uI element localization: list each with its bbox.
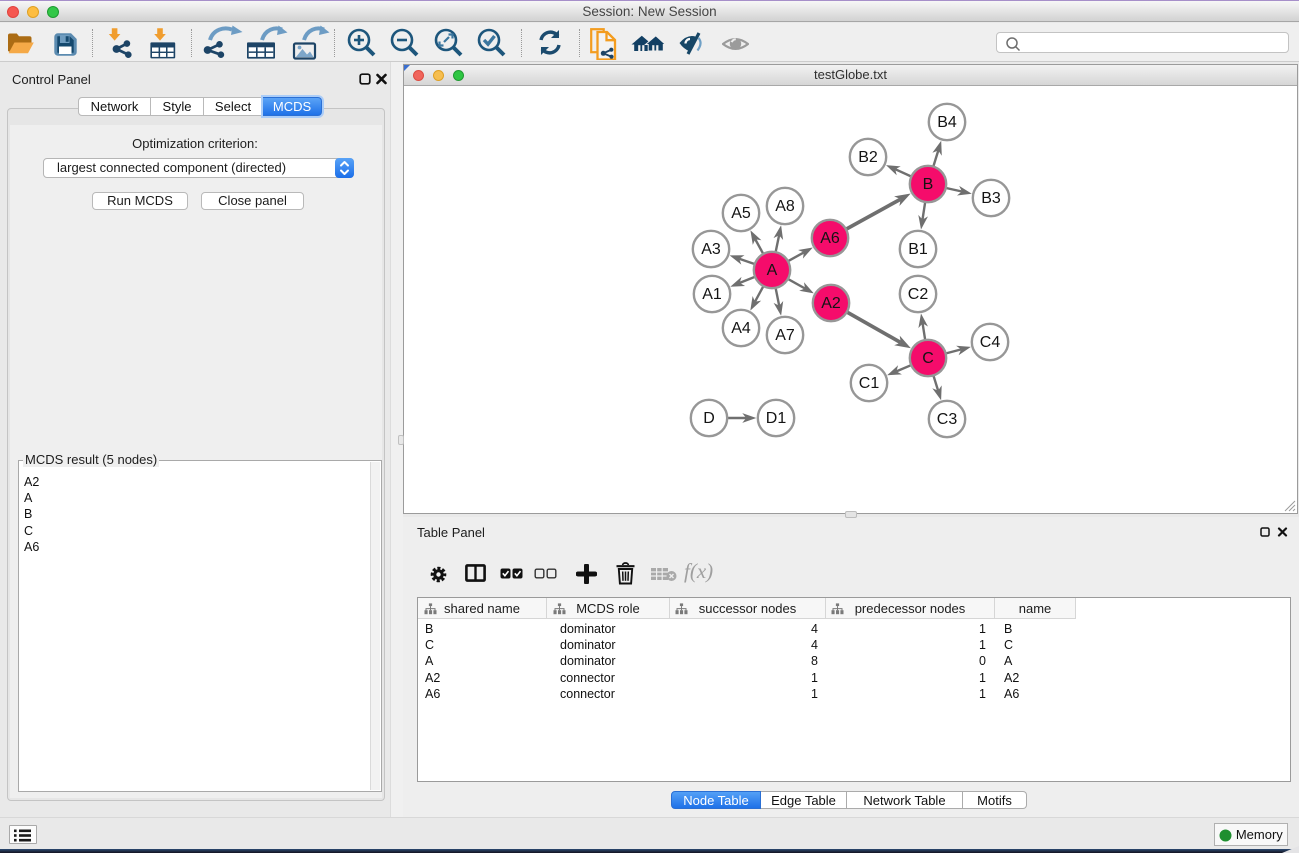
svg-text:A1: A1 xyxy=(702,286,722,303)
svg-text:B3: B3 xyxy=(981,190,1001,207)
svg-text:A2: A2 xyxy=(821,295,841,312)
svg-text:C4: C4 xyxy=(980,334,1001,351)
svg-text:D: D xyxy=(703,410,715,427)
svg-text:C2: C2 xyxy=(908,286,929,303)
svg-text:A5: A5 xyxy=(731,205,751,222)
svg-text:C3: C3 xyxy=(937,411,958,428)
svg-text:B4: B4 xyxy=(937,114,957,131)
svg-text:C: C xyxy=(922,350,934,367)
svg-text:A: A xyxy=(767,262,778,279)
svg-text:A8: A8 xyxy=(775,198,795,215)
svg-text:A3: A3 xyxy=(701,241,721,258)
svg-text:D1: D1 xyxy=(766,410,787,427)
svg-text:B2: B2 xyxy=(858,149,878,166)
svg-text:B1: B1 xyxy=(908,241,928,258)
svg-text:A6: A6 xyxy=(820,230,840,247)
svg-text:A4: A4 xyxy=(731,320,751,337)
svg-text:B: B xyxy=(923,176,934,193)
svg-text:C1: C1 xyxy=(859,375,880,392)
svg-text:A7: A7 xyxy=(775,327,795,344)
